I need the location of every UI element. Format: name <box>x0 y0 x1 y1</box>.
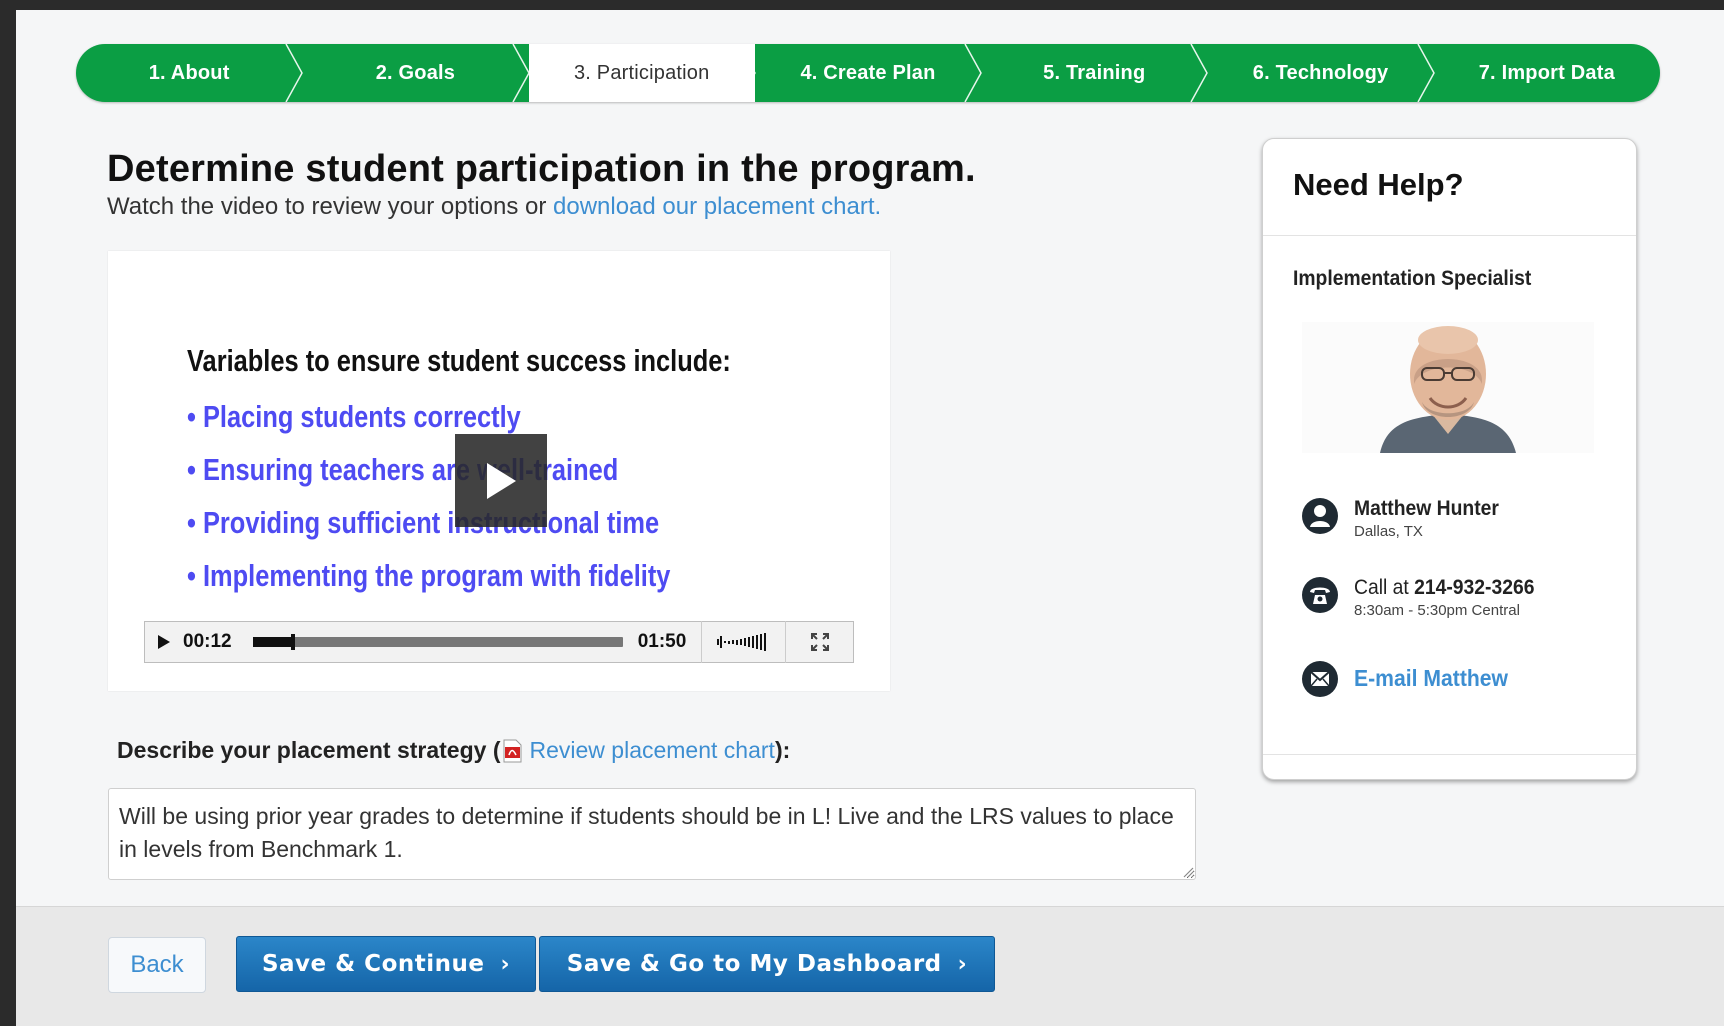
pdf-icon <box>501 739 523 763</box>
play-icon <box>487 462 516 499</box>
step-label: 2. Goals <box>375 61 456 84</box>
step-2[interactable]: 2. Goals <box>302 44 530 102</box>
back-button[interactable]: Back <box>108 937 206 993</box>
specialist-role: Implementation Specialist <box>1293 267 1532 290</box>
volume-icon <box>716 633 766 651</box>
save-continue-label: Save & Continue <box>261 951 485 977</box>
seek-bar[interactable] <box>253 634 623 650</box>
step-7[interactable]: 7. Import Data <box>1433 44 1660 102</box>
step-separator-chevron <box>1190 44 1209 102</box>
current-time: 00:12 <box>183 631 232 652</box>
slide-bullet: • Providing sufficient instructional tim… <box>187 505 660 540</box>
chevron-right-icon: › <box>957 951 968 977</box>
email-specialist-link[interactable]: E-mail Matthew <box>1354 665 1508 692</box>
specialist-name: Matthew Hunter <box>1354 497 1499 520</box>
step-4[interactable]: 4. Create Plan <box>754 44 982 102</box>
step-label: 4. Create Plan <box>800 61 936 84</box>
step-separator-chevron <box>511 44 530 102</box>
video-controls: 00:12 01:50 <box>144 621 854 663</box>
fullscreen-button[interactable] <box>786 632 853 652</box>
placement-strategy-textarea[interactable]: Will be using prior year grades to deter… <box>108 788 1196 880</box>
slide-bullet: • Placing students correctly <box>187 399 521 434</box>
help-panel: Need Help? Implementation Specialist Mat… <box>1262 138 1637 780</box>
save-and-go-to-dashboard-button[interactable]: Save & Go to My Dashboard › <box>539 936 995 992</box>
progress-steps: 1. About 2. Goals 3. Participation 4. Creat… <box>76 44 1660 102</box>
seek-bar-fill <box>253 637 294 647</box>
step-5[interactable]: 5. Training <box>981 44 1209 102</box>
step-label: 3. Participation <box>573 61 710 84</box>
phone-icon <box>1302 577 1338 613</box>
step-1[interactable]: 1. About <box>76 44 304 102</box>
fullscreen-icon <box>810 633 829 651</box>
step-label: 1. About <box>148 61 230 84</box>
call-prefix: Call at <box>1354 576 1415 599</box>
step-6[interactable]: 6. Technology <box>1207 44 1435 102</box>
step-separator-chevron <box>1417 44 1435 102</box>
step-label: 5. Training <box>1043 61 1146 84</box>
strategy-label-suffix: ): <box>774 737 791 763</box>
phone-contact-row: Call at 214-932-3266 8:30am - 5:30pm Cen… <box>1301 576 1550 619</box>
footer-bar: Back Save & Continue › Save & Go to My D… <box>16 906 1724 1026</box>
play-overlay-button[interactable] <box>455 434 547 527</box>
help-title: Need Help? <box>1293 167 1464 202</box>
app-frame: 1. About 2. Goals 3. Participation 4. Creat… <box>16 10 1724 1026</box>
resize-grip-icon[interactable] <box>1182 866 1194 878</box>
play-icon <box>158 635 170 649</box>
divider <box>1263 754 1636 755</box>
step-3[interactable]: 3. Participation <box>528 44 756 102</box>
step-separator-chevron <box>964 44 982 102</box>
email-contact-row[interactable]: E-mail Matthew <box>1301 660 1521 698</box>
specialist-location: Dallas, TX <box>1354 523 1423 540</box>
slide-bullet: • Ensuring teachers are well-trained <box>187 452 619 487</box>
phone-line: Call at 214-932-3266 <box>1354 576 1534 600</box>
page-title: Determine student participation in the p… <box>107 148 976 190</box>
person-icon <box>1302 498 1338 534</box>
slide-title: Variables to ensure student success incl… <box>187 343 731 378</box>
placement-strategy-label: Describe your placement strategy ( Revie… <box>117 737 790 764</box>
phone-hours: 8:30am - 5:30pm Central <box>1354 602 1520 619</box>
save-dashboard-label: Save & Go to My Dashboard <box>566 951 942 977</box>
step-separator-chevron <box>285 44 304 102</box>
seek-handle[interactable] <box>291 634 296 650</box>
subtitle-text: Watch the video to review your options o… <box>107 193 553 220</box>
save-and-continue-button[interactable]: Save & Continue › <box>236 936 536 992</box>
volume-control[interactable] <box>701 621 786 663</box>
step-label: 7. Import Data <box>1478 61 1615 84</box>
email-icon <box>1302 661 1338 697</box>
step-label: 6. Technology <box>1252 61 1389 84</box>
specialist-photo <box>1302 322 1594 453</box>
page-subtitle: Watch the video to review your options o… <box>107 193 881 221</box>
total-time: 01:50 <box>637 631 687 652</box>
review-placement-chart-link[interactable]: Review placement chart <box>529 737 774 764</box>
slide-bullet: • Implementing the program with fidelity <box>187 558 671 593</box>
strategy-label-text: Describe your placement strategy ( <box>117 737 501 763</box>
step-separator-chevron <box>738 44 756 102</box>
video-player[interactable]: Variables to ensure student success incl… <box>108 251 890 691</box>
specialist-contact-row: Matthew Hunter Dallas, TX <box>1301 497 1512 540</box>
download-placement-chart-link[interactable]: download our placement chart. <box>553 193 881 220</box>
play-button[interactable] <box>145 634 183 650</box>
phone-number: 214-932-3266 <box>1414 576 1535 599</box>
chevron-right-icon: › <box>500 951 511 977</box>
divider <box>1263 235 1636 236</box>
